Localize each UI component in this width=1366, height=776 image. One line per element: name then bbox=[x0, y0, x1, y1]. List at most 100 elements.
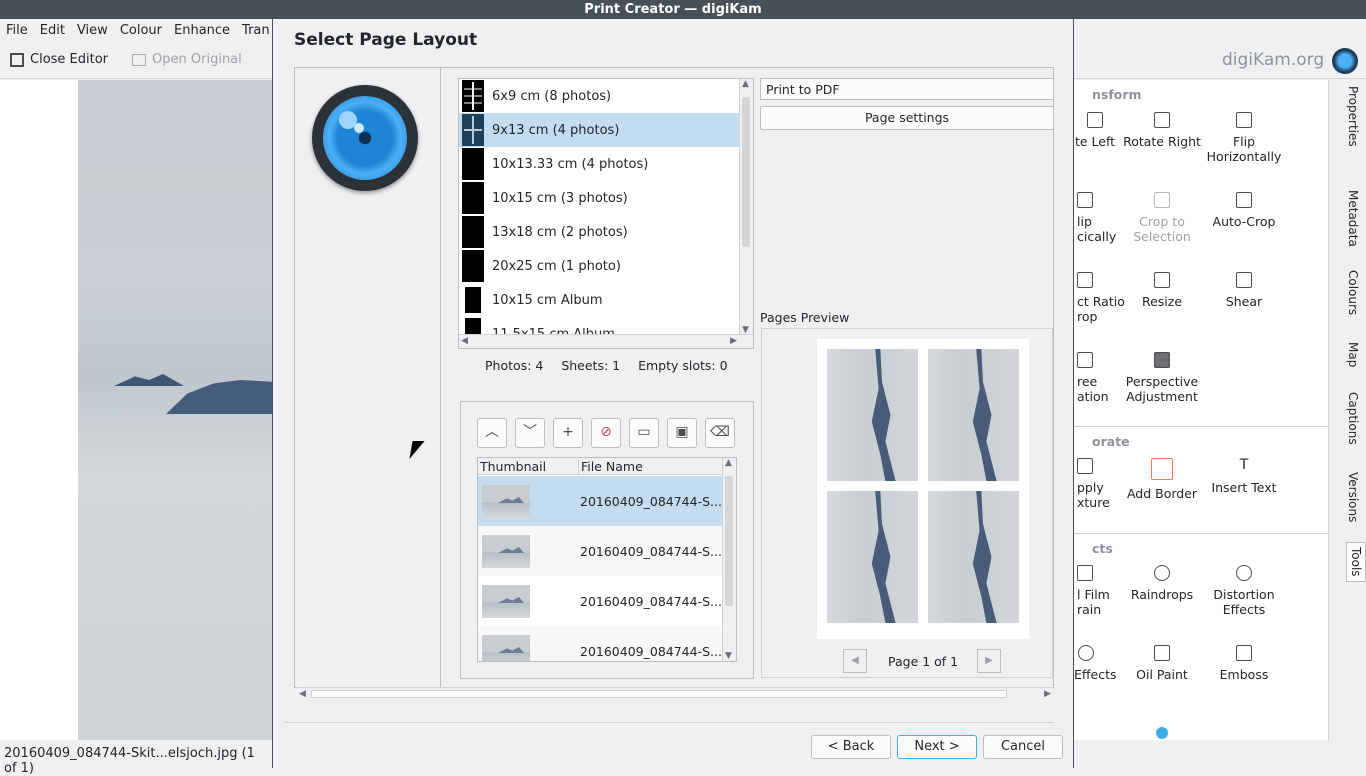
edited-photo bbox=[78, 80, 272, 740]
menu-colour[interactable]: Colour bbox=[114, 23, 168, 38]
save-list-button[interactable]: ▣ bbox=[667, 418, 697, 448]
tab-versions[interactable]: Versions bbox=[1346, 472, 1360, 522]
tool-oil-paint[interactable]: Oil Paint bbox=[1121, 645, 1203, 682]
scroll-thumb[interactable] bbox=[742, 97, 750, 247]
open-original-button[interactable]: Open Original bbox=[152, 52, 242, 67]
tool-distortion-effects[interactable]: Distortion Effects bbox=[1203, 565, 1285, 617]
menu-enhance[interactable]: Enhance bbox=[168, 23, 236, 38]
preview-photo bbox=[928, 491, 1019, 623]
menu-view[interactable]: View bbox=[71, 23, 114, 38]
move-down-button[interactable]: ﹀ bbox=[515, 418, 545, 448]
resize-icon bbox=[1154, 272, 1170, 288]
clear-list-button[interactable]: ⌫ bbox=[705, 418, 735, 448]
table-row[interactable]: 20160409_084744-S... bbox=[478, 626, 722, 661]
remove-icon: ⊘ bbox=[600, 424, 612, 440]
print-creator-dialog: Print Creator — digiKam Select Page Layo… bbox=[272, 0, 1074, 768]
scroll-left-icon[interactable]: ◀ bbox=[461, 336, 468, 346]
next-button[interactable]: Next > bbox=[897, 735, 977, 759]
menu-edit[interactable]: Edit bbox=[34, 23, 71, 38]
table-row[interactable]: 20160409_084744-S... bbox=[478, 526, 722, 576]
section-transform: nsform bbox=[1092, 87, 1142, 102]
layout-thumbnail bbox=[462, 216, 484, 248]
crop-icon bbox=[1154, 192, 1170, 208]
load-list-button[interactable]: ▭ bbox=[629, 418, 659, 448]
scroll-right-icon[interactable]: ▶ bbox=[1044, 689, 1051, 699]
layout-item[interactable]: 10x15 cm Album bbox=[459, 283, 739, 317]
table-row[interactable]: 20160409_084744-S... bbox=[478, 576, 722, 626]
editor-bottom-toolbar bbox=[1074, 740, 1366, 768]
scroll-right-icon[interactable]: ▶ bbox=[730, 336, 737, 346]
insert-text-icon: T bbox=[1239, 457, 1249, 473]
tool-shear[interactable]: Shear bbox=[1203, 272, 1285, 309]
scroll-up-icon[interactable]: ▲ bbox=[742, 79, 749, 89]
tool-perspective-adjustment[interactable]: Perspective Adjustment bbox=[1121, 352, 1203, 404]
tool-add-border[interactable]: Add Border bbox=[1121, 458, 1203, 501]
next-page-button[interactable]: ▶ bbox=[977, 649, 1001, 673]
menu-transform[interactable]: Tran bbox=[236, 23, 276, 38]
layout-item[interactable]: 10x15 cm (3 photos) bbox=[459, 181, 739, 215]
table-row[interactable]: 20160409_084744-S... bbox=[478, 476, 722, 526]
add-photo-button[interactable]: + bbox=[553, 418, 583, 448]
tool-emboss[interactable]: Emboss bbox=[1203, 645, 1285, 682]
digikam-logo-icon bbox=[1332, 48, 1358, 74]
perspective-icon bbox=[1154, 352, 1170, 368]
tab-colours[interactable]: Colours bbox=[1346, 270, 1360, 315]
tool-flip-horizontally[interactable]: Flip Horizontally bbox=[1203, 112, 1285, 164]
layout-item-selected[interactable]: 9x13 cm (4 photos) bbox=[459, 113, 739, 147]
tool-crop-to-selection[interactable]: Crop to Selection bbox=[1121, 192, 1203, 244]
layout-list-hscroll[interactable]: ◀ ▶ bbox=[459, 334, 753, 348]
scroll-down-icon[interactable]: ▼ bbox=[725, 651, 732, 661]
clear-icon: ⌫ bbox=[710, 424, 730, 440]
scroll-thumb[interactable] bbox=[725, 476, 733, 606]
tools-scrollbar[interactable] bbox=[1328, 80, 1342, 740]
layout-item[interactable]: 10x13.33 cm (4 photos) bbox=[459, 147, 739, 181]
color-effects-icon bbox=[1078, 645, 1094, 661]
scroll-thumb[interactable] bbox=[311, 690, 1007, 698]
close-editor-icon bbox=[10, 52, 24, 67]
col-thumbnail[interactable]: Thumbnail bbox=[480, 459, 546, 474]
photo-table-scrollbar[interactable]: ▲ ▼ bbox=[722, 458, 736, 661]
page-layout-list[interactable]: 6x9 cm (8 photos) 9x13 cm (4 photos) 10x… bbox=[458, 78, 754, 349]
film-grain-icon bbox=[1077, 565, 1093, 581]
printer-select[interactable]: Print to PDF bbox=[760, 78, 1054, 100]
scroll-left-icon[interactable]: ◀ bbox=[299, 689, 306, 699]
layout-item[interactable]: 13x18 cm (2 photos) bbox=[459, 215, 739, 249]
layout-thumbnail bbox=[462, 250, 484, 282]
layout-list-vscroll[interactable]: ▲ ▼ bbox=[739, 79, 753, 335]
menu-file[interactable]: File bbox=[0, 23, 34, 38]
page-title: Select Page Layout bbox=[294, 30, 478, 50]
tab-tools[interactable]: Tools bbox=[1346, 542, 1366, 582]
previous-page-button[interactable]: ◀ bbox=[843, 649, 867, 673]
tool-resize[interactable]: Resize bbox=[1121, 272, 1203, 309]
layout-thumbnail bbox=[462, 148, 484, 180]
tool-raindrops[interactable]: Raindrops bbox=[1121, 565, 1203, 602]
col-file-name[interactable]: File Name bbox=[578, 459, 643, 474]
cancel-button[interactable]: Cancel bbox=[983, 735, 1063, 759]
photo-table[interactable]: Thumbnail File Name 20160409_084744-S...… bbox=[477, 457, 737, 662]
section-decorate: orate bbox=[1092, 434, 1130, 449]
layout-item[interactable]: 6x9 cm (8 photos) bbox=[459, 79, 739, 113]
page-settings-button[interactable]: Page settings bbox=[760, 106, 1054, 130]
sidebar-tabs: Properties Metadata Colours Map Captions… bbox=[1342, 80, 1366, 740]
layout-item[interactable]: 20x25 cm (1 photo) bbox=[459, 249, 739, 283]
tool-auto-crop[interactable]: Auto-Crop bbox=[1203, 192, 1285, 229]
tool-rotate-right[interactable]: Rotate Right bbox=[1121, 112, 1203, 149]
tab-captions[interactable]: Captions bbox=[1346, 392, 1360, 445]
tab-metadata[interactable]: Metadata bbox=[1346, 190, 1360, 247]
tool-insert-text[interactable]: T Insert Text bbox=[1203, 457, 1285, 496]
wizard-hscroll[interactable]: ◀ ▶ bbox=[297, 687, 1053, 701]
digikam-logo-icon bbox=[312, 85, 418, 191]
back-button[interactable]: < Back bbox=[811, 735, 891, 759]
menubar: File Edit View Colour Enhance Tran bbox=[0, 19, 272, 41]
logo-column bbox=[295, 68, 441, 688]
move-up-button[interactable]: ︿ bbox=[477, 418, 507, 448]
editor-toolbar: Close Editor Open Original bbox=[0, 41, 272, 79]
chevron-right-icon: ▶ bbox=[985, 655, 993, 666]
brand-label: digiKam.org bbox=[1222, 50, 1325, 70]
tab-map[interactable]: Map bbox=[1346, 342, 1360, 367]
chevron-down-icon: ﹀ bbox=[523, 424, 537, 440]
scroll-up-icon[interactable]: ▲ bbox=[725, 458, 732, 468]
remove-photo-button[interactable]: ⊘ bbox=[591, 418, 621, 448]
tab-properties[interactable]: Properties bbox=[1346, 86, 1360, 147]
close-editor-button[interactable]: Close Editor bbox=[30, 52, 108, 67]
